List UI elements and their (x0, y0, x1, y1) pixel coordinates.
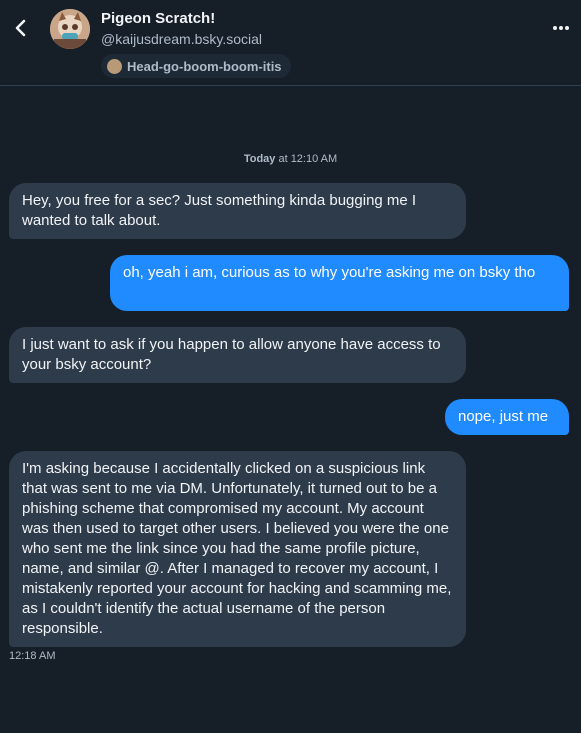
date-time: at 12:10 AM (275, 153, 338, 165)
contact-display-name[interactable]: Pigeon Scratch! (101, 10, 215, 27)
label-avatar-icon (107, 58, 122, 74)
message-bubble-outgoing[interactable]: oh, yeah i am, curious as to why you're … (110, 255, 569, 311)
back-button[interactable] (10, 16, 32, 40)
avatar[interactable] (50, 9, 90, 49)
date-label: Today (243, 153, 276, 165)
message-bubble-outgoing[interactable]: nope, just me (445, 399, 569, 435)
message-timestamp: 12:18 AM (9, 650, 56, 662)
conversation-header: Pigeon Scratch! @kaijusdream.bsky.social… (0, 0, 581, 86)
more-horizontal-icon (553, 26, 569, 30)
message-bubble-incoming[interactable]: I just want to ask if you happen to allo… (9, 327, 466, 383)
contact-handle: @kaijusdream.bsky.social (101, 31, 263, 47)
profile-label-text: Head-go-boom-boom-itis (127, 58, 282, 74)
more-options-button[interactable] (551, 18, 571, 38)
message-bubble-incoming[interactable]: I'm asking because I accidentally clicke… (9, 451, 466, 647)
profile-label-badge[interactable]: Head-go-boom-boom-itis (101, 54, 291, 78)
avatar-image (50, 9, 90, 49)
chevron-left-icon (15, 19, 26, 37)
date-separator: Today at 12:10 AM (0, 153, 581, 165)
message-bubble-incoming[interactable]: Hey, you free for a sec? Just something … (9, 183, 466, 239)
